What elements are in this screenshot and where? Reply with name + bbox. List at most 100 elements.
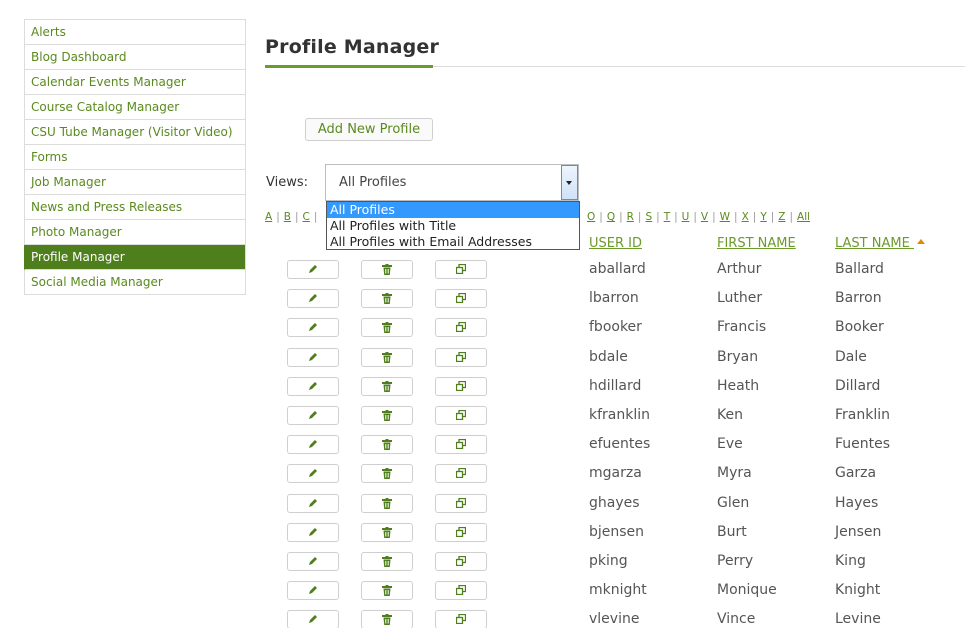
table-row: efuentes Eve Fuentes [0, 435, 980, 464]
alphabet-separator: | [770, 211, 775, 223]
delete-button[interactable] [361, 318, 413, 338]
copy-button[interactable] [435, 522, 487, 542]
edit-button[interactable] [287, 435, 339, 455]
cell-last-name: Dillard [835, 377, 881, 394]
edit-button[interactable] [287, 347, 339, 367]
edit-button[interactable] [287, 376, 339, 396]
views-select-value: All Profiles [339, 175, 407, 190]
alphabet-link-w[interactable]: W [720, 211, 730, 223]
sidebar-item-blog-dashboard[interactable]: Blog Dashboard [24, 45, 245, 70]
copy-button[interactable] [435, 581, 487, 601]
alphabet-link-q[interactable]: Q [607, 211, 615, 223]
edit-button[interactable] [287, 552, 339, 571]
copy-button[interactable] [435, 260, 487, 279]
views-option-with-title[interactable]: All Profiles with Title [327, 218, 579, 234]
edit-button[interactable] [287, 318, 339, 338]
delete-button[interactable] [361, 464, 413, 484]
column-header-user-id[interactable]: USER ID [589, 236, 642, 251]
copy-button[interactable] [435, 347, 487, 367]
copy-button[interactable] [435, 610, 487, 628]
edit-button[interactable] [287, 581, 339, 601]
delete-button[interactable] [361, 406, 413, 425]
add-new-profile-button[interactable]: Add New Profile [305, 118, 433, 141]
edit-button[interactable] [287, 260, 339, 279]
cell-first-name: Perry [717, 553, 754, 569]
sidebar-item-csu-tube-manager-visitor-video[interactable]: CSU Tube Manager (Visitor Video) [24, 120, 245, 145]
sidebar-item-job-manager[interactable]: Job Manager [24, 170, 245, 195]
column-header-first-name[interactable]: FIRST NAME [717, 236, 796, 251]
edit-button[interactable] [287, 522, 339, 542]
alphabet-link-u[interactable]: U [682, 211, 690, 223]
alphabet-link-a[interactable]: A [265, 211, 272, 223]
edit-button[interactable] [287, 406, 339, 425]
alphabet-link-r[interactable]: R [627, 211, 634, 223]
table-row: hdillard Heath Dillard [0, 376, 980, 406]
views-option-all-profiles[interactable]: All Profiles [327, 202, 579, 218]
alphabet-link-all[interactable]: All [797, 211, 810, 223]
column-header-last-name[interactable]: LAST NAME [835, 236, 925, 251]
copy-button[interactable] [435, 493, 487, 513]
alphabet-link-t[interactable]: T [664, 211, 670, 223]
alphabet-link-o[interactable]: O [587, 211, 595, 223]
views-label: Views: [266, 175, 309, 190]
edit-button[interactable] [287, 493, 339, 513]
sort-ascending-icon [916, 239, 925, 244]
delete-button[interactable] [361, 289, 413, 309]
cell-first-name: Luther [717, 290, 763, 307]
copy-button[interactable] [435, 435, 487, 455]
cell-first-name: Heath [717, 377, 760, 394]
alphabet-link-z[interactable]: Z [778, 211, 785, 223]
cell-last-name: Garza [835, 465, 877, 482]
cell-user-id: aballard [589, 261, 646, 277]
page-title: Profile Manager [265, 36, 440, 58]
copy-button[interactable] [435, 552, 487, 571]
sidebar-item-calendar-events-manager[interactable]: Calendar Events Manager [24, 70, 245, 95]
alphabet-link-c[interactable]: C [303, 211, 310, 223]
alphabet-separator: | [693, 211, 697, 223]
table-row: mgarza Myra Garza [0, 464, 980, 493]
sidebar-item-news-and-press-releases[interactable]: News and Press Releases [24, 195, 245, 220]
cell-first-name: Myra [717, 465, 752, 482]
delete-button[interactable] [361, 435, 413, 455]
alphabet-link-x[interactable]: X [742, 211, 749, 223]
sidebar-item-course-catalog-manager[interactable]: Course Catalog Manager [24, 95, 245, 120]
table-row: lbarron Luther Barron [0, 289, 980, 318]
sidebar-item-alerts[interactable]: Alerts [24, 20, 245, 45]
delete-button[interactable] [361, 552, 413, 571]
table-row: fbooker Francis Booker [0, 318, 980, 347]
cell-first-name: Eve [717, 436, 743, 453]
alphabet-link-b[interactable]: B [284, 211, 291, 223]
delete-button[interactable] [361, 376, 413, 396]
copy-button[interactable] [435, 289, 487, 309]
cell-first-name: Arthur [717, 261, 762, 277]
sidebar-item-photo-manager[interactable]: Photo Manager [24, 220, 245, 245]
edit-button[interactable] [287, 289, 339, 309]
edit-button[interactable] [287, 610, 339, 628]
alphabet-link-s[interactable]: S [645, 211, 652, 223]
cell-user-id: kfranklin [589, 407, 651, 423]
delete-button[interactable] [361, 522, 413, 542]
copy-button[interactable] [435, 406, 487, 425]
delete-button[interactable] [361, 260, 413, 279]
views-select[interactable]: All Profiles [325, 164, 579, 201]
sidebar-item-forms[interactable]: Forms [24, 145, 245, 170]
table-row: bjensen Burt Jensen [0, 522, 980, 552]
cell-last-name: Fuentes [835, 436, 891, 453]
delete-button[interactable] [361, 610, 413, 628]
cell-last-name: Booker [835, 319, 884, 336]
alphabet-link-y[interactable]: Y [760, 211, 766, 223]
cell-user-id: vlevine [589, 611, 640, 628]
cell-last-name: Franklin [835, 407, 891, 423]
copy-button[interactable] [435, 318, 487, 338]
delete-button[interactable] [361, 581, 413, 601]
edit-button[interactable] [287, 464, 339, 484]
delete-button[interactable] [361, 347, 413, 367]
copy-button[interactable] [435, 464, 487, 484]
copy-button[interactable] [435, 376, 487, 396]
delete-button[interactable] [361, 493, 413, 513]
alphabet-separator: | [656, 211, 660, 223]
views-option-with-email[interactable]: All Profiles with Email Addresses [327, 234, 579, 250]
cell-user-id: pking [589, 553, 628, 569]
dropdown-arrow-icon[interactable] [561, 165, 578, 200]
alphabet-link-v[interactable]: V [701, 211, 708, 223]
